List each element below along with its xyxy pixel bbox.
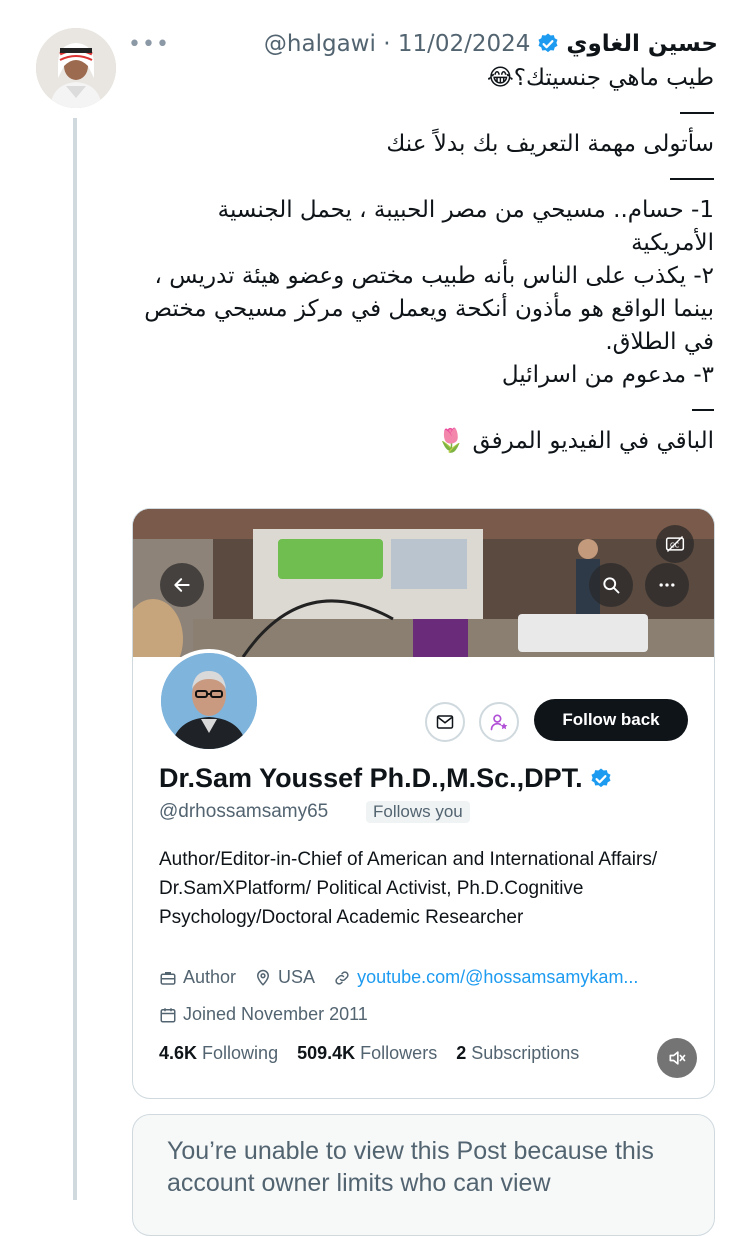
profile-photo: [161, 653, 257, 749]
profile-joined: Joined November 2011: [159, 1004, 368, 1025]
profile-meta-row: Author USA youtube.com/@hossamsamykam...: [159, 967, 656, 988]
followers-label: Followers: [360, 1043, 438, 1063]
text-divider: [140, 392, 714, 425]
captions-button[interactable]: CC: [656, 525, 694, 563]
author-handle[interactable]: @halgawi: [264, 31, 376, 57]
tweet-line-1: طيب ماهي جنسيتك؟😂: [486, 65, 714, 91]
subscriptions-count: 2: [456, 1043, 467, 1063]
tweet-line-2: سأتولى مهمة التعريف بك بدلاً عنك: [386, 131, 714, 157]
tweet-line-4: ٢- يكذب على الناس بأنه طبيب مختص وعضو هي…: [144, 263, 714, 355]
profile-name-row: Dr.Sam Youssef Ph.D.,M.Sc.,DPT.: [159, 763, 613, 794]
profile-website[interactable]: youtube.com/@hossamsamykam...: [333, 967, 638, 988]
profile-banner: CC: [133, 509, 714, 657]
joined-text: Joined November 2011: [183, 1004, 368, 1024]
profile-handle: @drhossamsamy65: [159, 801, 329, 822]
location-pin-icon: [257, 969, 270, 986]
back-button[interactable]: [160, 563, 204, 607]
arrow-left-icon: [174, 578, 190, 592]
verified-badge-icon: [591, 768, 611, 787]
media-card[interactable]: CC Follow back Dr.Sam Youssef Ph.D.,M.Sc…: [132, 508, 715, 1099]
message-button[interactable]: [425, 702, 465, 742]
link-icon: [335, 970, 349, 985]
search-button[interactable]: [589, 563, 633, 607]
profile-location: USA: [254, 967, 315, 988]
profile-stats: 4.6K Following 509.4K Followers 2 Subscr…: [159, 1043, 579, 1064]
more-horizontal-icon[interactable]: •••: [128, 32, 169, 57]
profile-avatar[interactable]: [157, 649, 261, 753]
following-count: 4.6K: [159, 1043, 198, 1063]
followers-count: 509.4K: [297, 1043, 356, 1063]
tweet-date[interactable]: 11/02/2024: [398, 31, 531, 57]
subscribe-button[interactable]: [479, 702, 519, 742]
mute-button[interactable]: [657, 1038, 697, 1078]
tweet-header: ••• @halgawi · 11/02/2024 حسين الغاوي: [128, 26, 718, 62]
separator: ·: [383, 31, 391, 57]
following-stat[interactable]: 4.6K Following: [159, 1043, 278, 1063]
website-link[interactable]: youtube.com/@hossamsamykam...: [357, 967, 638, 988]
unavailable-post-notice: You’re unable to view this Post because …: [132, 1114, 715, 1236]
profile-name: Dr.Sam Youssef Ph.D.,M.Sc.,DPT.: [159, 763, 583, 793]
more-options-button[interactable]: [645, 563, 689, 607]
calendar-icon: [160, 1007, 176, 1022]
author-photo: [36, 28, 116, 108]
profile-bio: Author/Editor-in-Chief of American and I…: [159, 849, 658, 928]
location-text: USA: [278, 967, 316, 987]
envelope-icon: [436, 715, 454, 729]
more-horizontal-icon: [659, 583, 675, 587]
author-name[interactable]: حسين الغاوي: [566, 31, 718, 57]
subscriptions-stat[interactable]: 2 Subscriptions: [456, 1043, 579, 1063]
follow-back-button[interactable]: Follow back: [534, 699, 688, 741]
author-handle-date[interactable]: @halgawi · 11/02/2024: [264, 31, 530, 57]
verified-badge-icon: [538, 33, 558, 53]
speaker-muted-icon: [669, 1051, 686, 1065]
unavailable-text: You’re unable to view this Post because …: [167, 1137, 654, 1197]
tweet-line-5: ٣- مدعوم من اسرائيل: [501, 362, 714, 388]
occupation-text: Author: [183, 967, 237, 987]
search-icon: [603, 577, 620, 594]
following-label: Following: [202, 1043, 279, 1063]
followers-stat[interactable]: 509.4K Followers: [297, 1043, 437, 1063]
user-star-icon: [490, 714, 508, 731]
thread-line: [73, 118, 77, 1200]
tweet-line-6: الباقي في الفيديو المرفق 🌷: [436, 428, 714, 454]
author-avatar[interactable]: [36, 28, 116, 108]
captions-off-icon: CC: [665, 536, 685, 552]
tweet-line-3: 1- حسام.. مسيحي من مصر الحبيبة ، يحمل ال…: [217, 197, 714, 256]
follows-you-badge: Follows you: [366, 801, 470, 823]
briefcase-icon: [160, 971, 176, 985]
profile-occupation: Author: [159, 967, 236, 988]
tweet-text: طيب ماهي جنسيتك؟😂 سأتولى مهمة التعريف بك…: [140, 62, 714, 458]
text-divider: [140, 95, 714, 128]
subscriptions-label: Subscriptions: [471, 1043, 580, 1063]
text-divider: [140, 161, 714, 194]
